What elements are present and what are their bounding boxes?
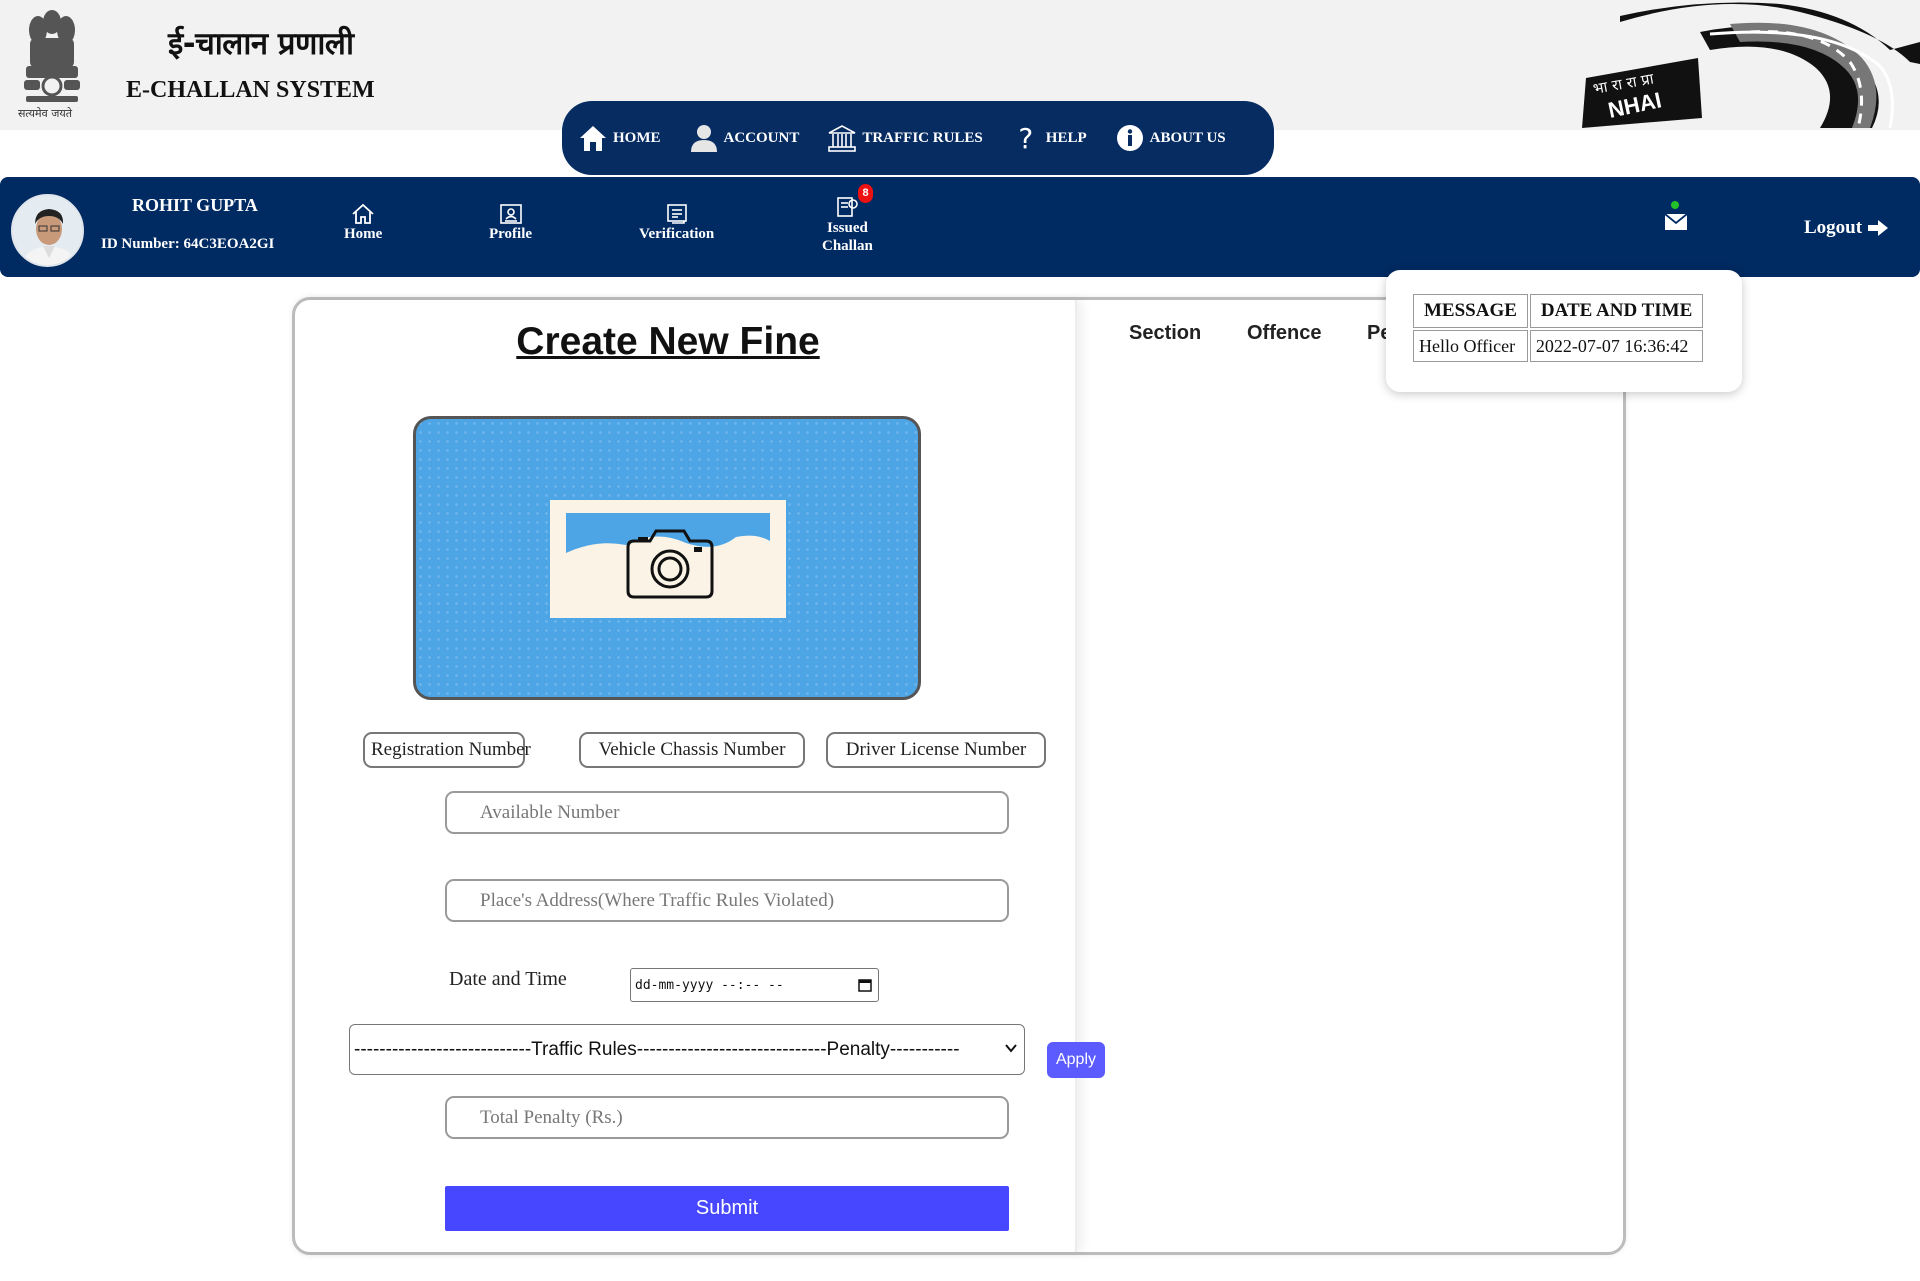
nav-about-us-label: ABOUT US	[1149, 129, 1226, 146]
nav-account-label: ACCOUNT	[723, 129, 800, 146]
nav-home-label: HOME	[613, 129, 661, 146]
available-number-input[interactable]	[445, 791, 1009, 834]
message-cell: Hello Officer	[1413, 330, 1528, 362]
date-time-input[interactable]: dd-mm-yyyy --:-- --	[630, 968, 879, 1002]
envelope-icon	[1664, 213, 1688, 230]
officer-nav-verification-label: Verification	[639, 226, 715, 242]
messages-popup: MESSAGE DATE AND TIME Hello Officer 2022…	[1386, 270, 1742, 392]
form-title: Create New Fine	[516, 320, 820, 363]
officer-nav-home[interactable]: Home	[344, 203, 382, 243]
calendar-icon[interactable]	[858, 978, 872, 992]
logout-label: Logout	[1804, 217, 1863, 238]
hindi-title: ई-चालान प्रणाली	[168, 26, 354, 62]
officer-nav-verification[interactable]: Verification	[639, 203, 714, 243]
nav-traffic-rules[interactable]: TRAFFIC RULES	[825, 121, 983, 155]
messages-table: MESSAGE DATE AND TIME Hello Officer 2022…	[1411, 292, 1705, 364]
nav-about-us[interactable]: ABOUT US	[1113, 121, 1226, 155]
nav-help-label: HELP	[1045, 129, 1087, 146]
section-column-header: Section	[1129, 322, 1202, 344]
apply-button[interactable]: Apply	[1047, 1042, 1105, 1078]
date-time-label: Date and Time	[449, 968, 567, 990]
officer-nav-profile-label: Profile	[489, 226, 533, 242]
building-icon	[825, 121, 859, 155]
question-icon: ?	[1018, 121, 1034, 155]
traffic-rules-select-value: ----------------------------Traffic Rule…	[354, 1038, 960, 1060]
national-emblem-icon	[24, 10, 80, 102]
issued-challan-icon	[837, 197, 859, 217]
officer-nav-profile[interactable]: Profile	[489, 203, 532, 243]
id-card-icon	[499, 204, 522, 224]
submit-button[interactable]: Submit	[445, 1186, 1009, 1231]
top-nav: HOME ACCOUNT TRAFFIC RULES ? HELP ABOUT …	[562, 101, 1274, 175]
nhai-logo: भा रा रा प्रा NHAI	[1582, 2, 1920, 128]
online-status-dot	[1671, 201, 1679, 209]
emblem-motto: सत्यमेव जयते	[18, 107, 73, 120]
datetime-cell: 2022-07-07 16:36:42	[1529, 330, 1704, 362]
document-icon	[666, 204, 687, 224]
nav-account[interactable]: ACCOUNT	[687, 121, 800, 155]
officer-id: ID Number: 64C3EOA2GI	[101, 236, 274, 253]
info-icon	[1113, 121, 1147, 155]
datetime-column-header: DATE AND TIME	[1529, 294, 1704, 328]
messages-button[interactable]	[1664, 201, 1688, 231]
fine-card: Create New Fine Registration Number Vehi…	[292, 297, 1626, 1255]
traffic-rules-select[interactable]: ----------------------------Traffic Rule…	[349, 1024, 1025, 1075]
house-icon	[576, 121, 610, 155]
site-title: E-CHALLAN SYSTEM	[126, 77, 375, 103]
officer-id-value: 64C3EOA2GI	[183, 236, 275, 252]
table-row: Hello Officer 2022-07-07 16:36:42	[1413, 330, 1704, 362]
total-penalty-input[interactable]	[445, 1096, 1009, 1139]
officer-id-label: ID Number:	[101, 236, 180, 252]
message-column-header: MESSAGE	[1413, 294, 1528, 328]
create-fine-form: Create New Fine Registration Number Vehi…	[295, 300, 1077, 1252]
officer-bar: ROHIT GUPTA ID Number: 64C3EOA2GI Home P…	[0, 177, 1920, 277]
date-time-placeholder: dd-mm-yyyy --:-- --	[635, 977, 784, 993]
issued-challan-badge: 8	[858, 184, 873, 203]
issued-challan-label-line1: Issued	[827, 220, 868, 236]
officer-nav-home-label: Home	[344, 226, 383, 242]
logout-button[interactable]: Logout	[1804, 217, 1889, 239]
nav-traffic-rules-label: TRAFFIC RULES	[862, 129, 983, 146]
nav-help[interactable]: ? HELP	[1009, 121, 1087, 155]
chevron-down-icon	[1005, 1044, 1017, 1053]
officer-name: ROHIT GUPTA	[132, 195, 258, 215]
issued-challan-label-line2: Challan	[822, 238, 873, 254]
driver-license-option[interactable]: Driver License Number	[826, 732, 1046, 768]
home-outline-icon	[352, 203, 374, 224]
address-input[interactable]	[445, 879, 1009, 922]
user-icon	[687, 121, 721, 155]
registration-number-option[interactable]: Registration Number	[363, 732, 531, 768]
vehicle-photo-upload[interactable]	[413, 416, 921, 700]
offence-column-header: Offence	[1247, 322, 1322, 344]
nav-home[interactable]: HOME	[576, 121, 661, 155]
logout-arrow-icon	[1868, 220, 1889, 236]
avatar[interactable]	[11, 194, 84, 267]
officer-nav-issued-challan[interactable]: 8 Issued Challan	[822, 184, 873, 255]
chassis-number-option[interactable]: Vehicle Chassis Number	[579, 732, 805, 768]
camera-icon	[626, 529, 714, 599]
